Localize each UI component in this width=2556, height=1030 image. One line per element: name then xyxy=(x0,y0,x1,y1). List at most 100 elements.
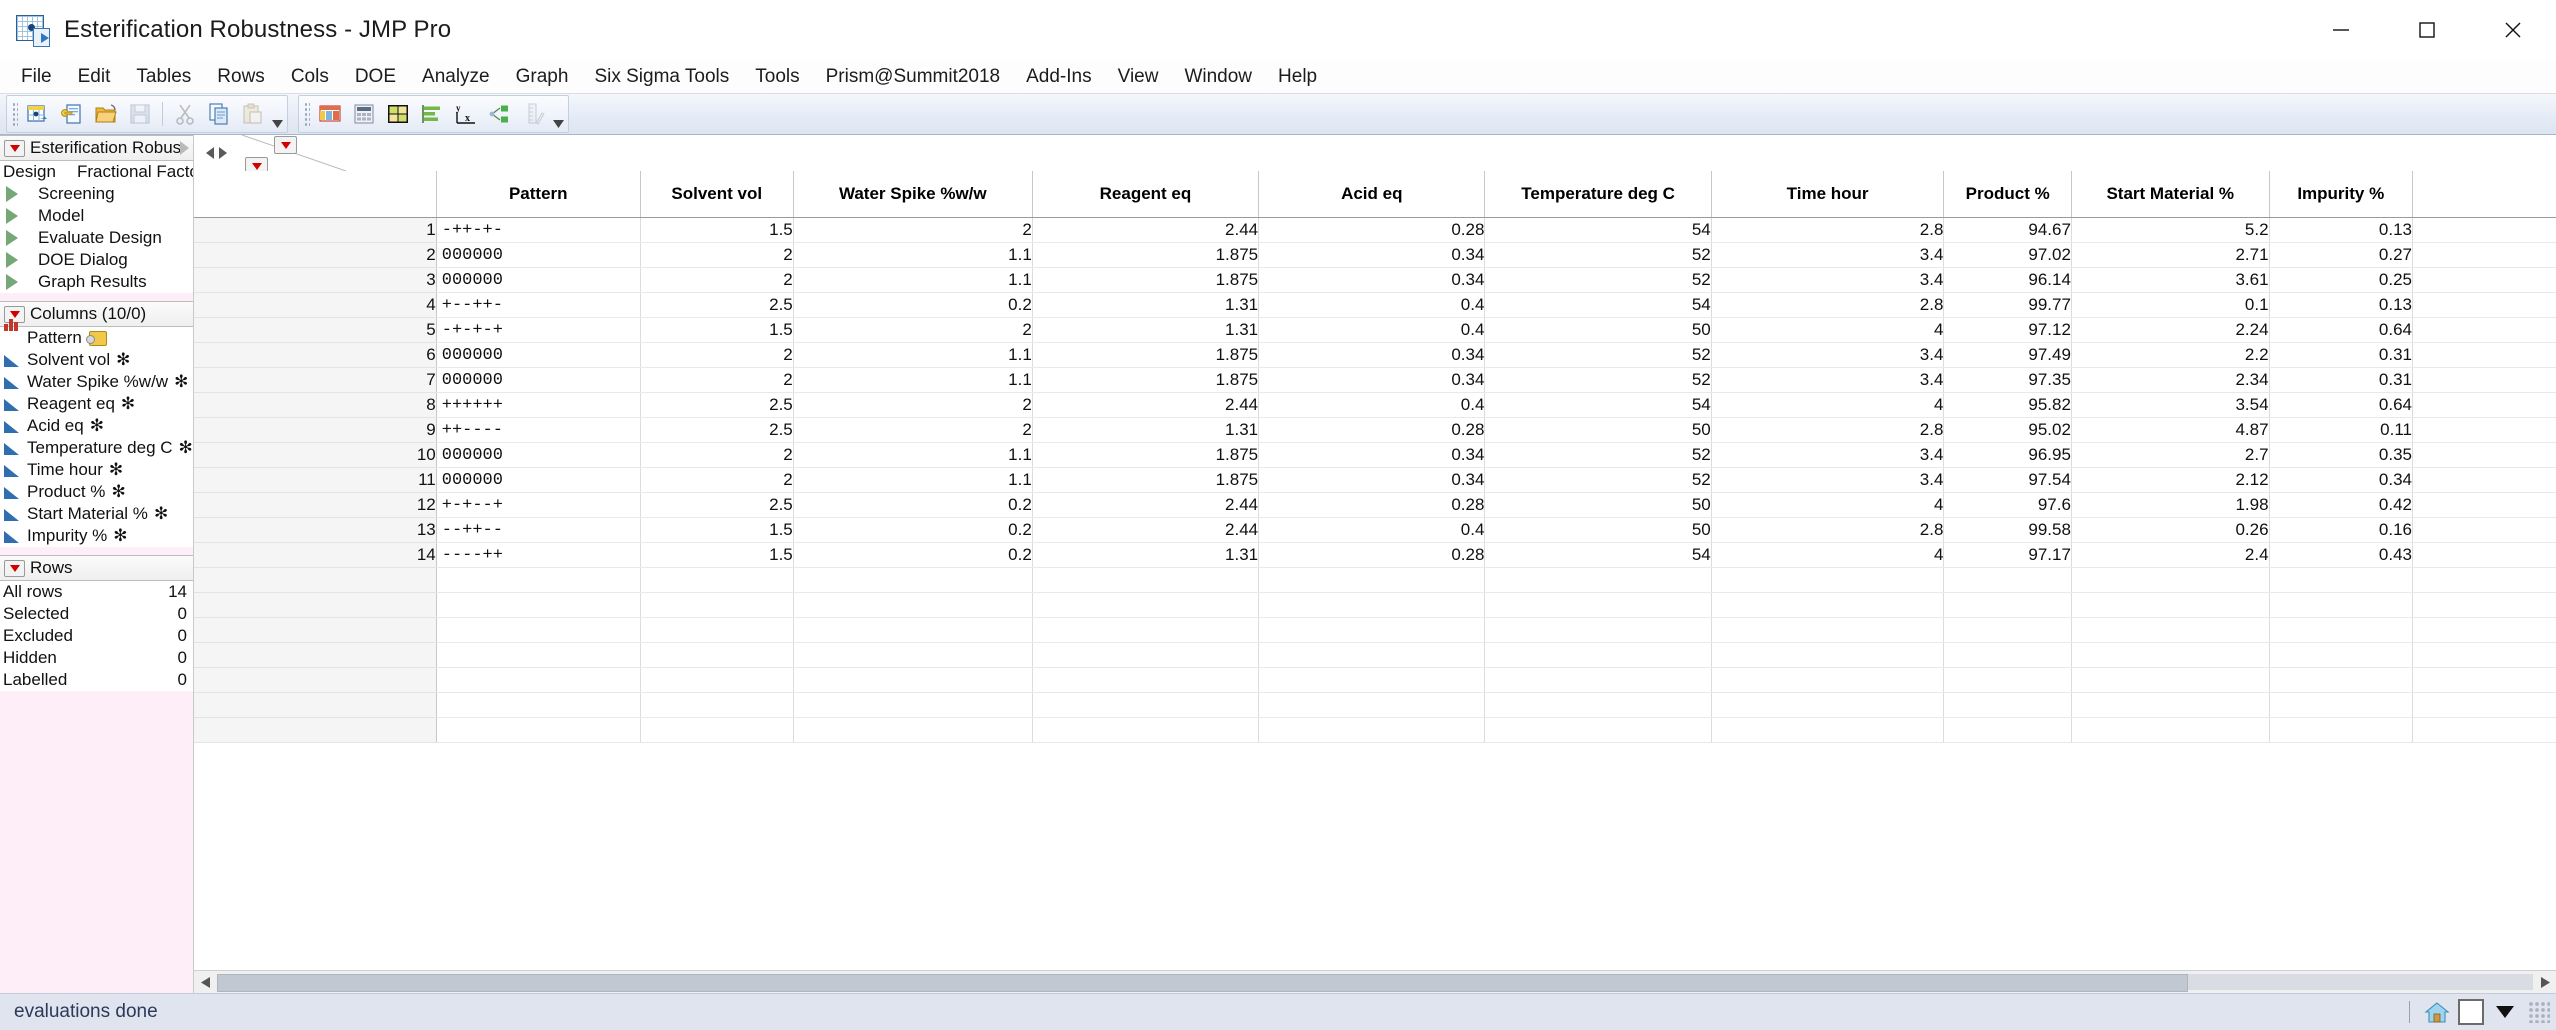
row-number[interactable]: 7 xyxy=(194,368,436,393)
row-number[interactable]: 12 xyxy=(194,493,436,518)
cell-impurity[interactable]: 0.43 xyxy=(2269,543,2412,568)
cell-time-hour[interactable]: 2.8 xyxy=(1711,518,1944,543)
cell-solvent-vol[interactable]: 2 xyxy=(640,343,793,368)
column-header-acid-eq[interactable]: Acid eq xyxy=(1259,171,1485,218)
cell-reagent-eq[interactable]: 1.875 xyxy=(1032,443,1258,468)
cell-acid-eq[interactable]: 0.28 xyxy=(1259,543,1485,568)
data-table-icon[interactable] xyxy=(315,99,345,129)
menu-rows[interactable]: Rows xyxy=(204,62,278,92)
cell-acid-eq[interactable]: 0.34 xyxy=(1259,243,1485,268)
cell-product[interactable]: 97.49 xyxy=(1944,343,2072,368)
green-run-triangle-icon[interactable] xyxy=(6,252,30,268)
cell-temperature-deg-c[interactable]: 50 xyxy=(1485,318,1711,343)
cell-time-hour[interactable]: 4 xyxy=(1711,493,1944,518)
table-row[interactable]: 9++----2.521.310.28502.895.024.870.11 xyxy=(194,418,2556,443)
script-item-model[interactable]: Model xyxy=(0,205,193,227)
row-number[interactable]: 10 xyxy=(194,443,436,468)
cell-pattern[interactable]: ++++++ xyxy=(436,393,640,418)
resize-grip-icon[interactable] xyxy=(2528,1001,2550,1023)
cell-start-material[interactable]: 0.1 xyxy=(2071,293,2269,318)
minimize-button[interactable] xyxy=(2298,0,2384,60)
cell-solvent-vol[interactable]: 2.5 xyxy=(640,493,793,518)
cell-reagent-eq[interactable]: 1.31 xyxy=(1032,318,1258,343)
cell-start-material[interactable]: 1.98 xyxy=(2071,493,2269,518)
cell-acid-eq[interactable]: 0.4 xyxy=(1259,318,1485,343)
cell-product[interactable]: 97.17 xyxy=(1944,543,2072,568)
cell-reagent-eq[interactable]: 1.875 xyxy=(1032,468,1258,493)
cut-icon[interactable] xyxy=(170,99,200,129)
row-number[interactable]: 1 xyxy=(194,218,436,243)
cell-start-material[interactable]: 0.26 xyxy=(2071,518,2269,543)
rows-stat-labelled[interactable]: Labelled 0 xyxy=(0,669,193,691)
chevron-right-icon[interactable] xyxy=(180,141,189,155)
menu-help[interactable]: Help xyxy=(1265,62,1330,92)
cell-start-material[interactable]: 2.34 xyxy=(2071,368,2269,393)
cell-impurity[interactable]: 0.34 xyxy=(2269,468,2412,493)
partition-icon[interactable] xyxy=(485,99,515,129)
row-number[interactable]: 4 xyxy=(194,293,436,318)
scrollbar-thumb[interactable] xyxy=(217,974,2188,992)
cell-acid-eq[interactable]: 0.34 xyxy=(1259,443,1485,468)
menu-edit[interactable]: Edit xyxy=(65,62,124,92)
scroll-right-icon[interactable] xyxy=(2534,972,2556,992)
cell-impurity[interactable]: 0.16 xyxy=(2269,518,2412,543)
column-item-acid-eq[interactable]: Acid eq ✻ xyxy=(0,415,193,437)
column-item-water-spike[interactable]: Water Spike %w/w ✻ xyxy=(0,371,193,393)
column-header-impurity-pct[interactable]: Impurity % xyxy=(2269,171,2412,218)
cell-pattern[interactable]: 000000 xyxy=(436,443,640,468)
cell-water-spike-w-w[interactable]: 2 xyxy=(793,218,1032,243)
script-item-graph-results[interactable]: Graph Results xyxy=(0,271,193,293)
maximize-button[interactable] xyxy=(2384,0,2470,60)
cell-solvent-vol[interactable]: 1.5 xyxy=(640,543,793,568)
cell-acid-eq[interactable]: 0.28 xyxy=(1259,493,1485,518)
cell-water-spike-w-w[interactable]: 1.1 xyxy=(793,268,1032,293)
cell-temperature-deg-c[interactable]: 50 xyxy=(1485,518,1711,543)
scrollbar-track[interactable] xyxy=(217,974,2533,990)
cell-acid-eq[interactable]: 0.28 xyxy=(1259,418,1485,443)
cell-reagent-eq[interactable]: 1.31 xyxy=(1032,293,1258,318)
cell-reagent-eq[interactable]: 1.31 xyxy=(1032,543,1258,568)
cell-impurity[interactable]: 0.42 xyxy=(2269,493,2412,518)
cell-solvent-vol[interactable]: 2 xyxy=(640,243,793,268)
row-number[interactable]: 14 xyxy=(194,543,436,568)
menu-tools[interactable]: Tools xyxy=(742,62,812,92)
green-run-triangle-icon[interactable] xyxy=(6,230,30,246)
tabulate-icon[interactable] xyxy=(349,99,379,129)
cell-impurity[interactable]: 0.13 xyxy=(2269,293,2412,318)
cell-pattern[interactable]: 000000 xyxy=(436,268,640,293)
row-number[interactable]: 9 xyxy=(194,418,436,443)
cell-water-spike-w-w[interactable]: 0.2 xyxy=(793,543,1032,568)
cell-reagent-eq[interactable]: 2.44 xyxy=(1032,393,1258,418)
menu-add-ins[interactable]: Add-Ins xyxy=(1013,62,1104,92)
horizontal-scrollbar[interactable] xyxy=(194,970,2556,993)
cell-pattern[interactable]: 000000 xyxy=(436,468,640,493)
script-item-doe-dialog[interactable]: DOE Dialog xyxy=(0,249,193,271)
bar-chart-icon[interactable] xyxy=(417,99,447,129)
row-number[interactable]: 3 xyxy=(194,268,436,293)
rows-stat-all-rows[interactable]: All rows 14 xyxy=(0,581,193,603)
cell-water-spike-w-w[interactable]: 1.1 xyxy=(793,243,1032,268)
cell-temperature-deg-c[interactable]: 52 xyxy=(1485,368,1711,393)
cell-reagent-eq[interactable]: 2.44 xyxy=(1032,493,1258,518)
column-item-start-material-pct[interactable]: Start Material % ✻ xyxy=(0,503,193,525)
cell-product[interactable]: 97.35 xyxy=(1944,368,2072,393)
cell-time-hour[interactable]: 3.4 xyxy=(1711,343,1944,368)
cell-impurity[interactable]: 0.11 xyxy=(2269,418,2412,443)
cell-pattern[interactable]: +-+--+ xyxy=(436,493,640,518)
columns-panel-header[interactable]: Columns (10/0) xyxy=(0,301,193,327)
cell-time-hour[interactable]: 4 xyxy=(1711,393,1944,418)
column-item-impurity-pct[interactable]: Impurity % ✻ xyxy=(0,525,193,547)
cell-pattern[interactable]: -++-+- xyxy=(436,218,640,243)
cell-pattern[interactable]: 000000 xyxy=(436,243,640,268)
column-item-reagent-eq[interactable]: Reagent eq ✻ xyxy=(0,393,193,415)
cell-water-spike-w-w[interactable]: 2 xyxy=(793,318,1032,343)
cell-solvent-vol[interactable]: 2.5 xyxy=(640,293,793,318)
cell-time-hour[interactable]: 4 xyxy=(1711,543,1944,568)
column-header-time-hour[interactable]: Time hour xyxy=(1711,171,1944,218)
fit-y-by-x-icon[interactable]: y x xyxy=(451,99,481,129)
cell-time-hour[interactable]: 3.4 xyxy=(1711,468,1944,493)
cell-solvent-vol[interactable]: 2 xyxy=(640,443,793,468)
window-square-icon[interactable] xyxy=(2454,997,2488,1027)
table-panel-header[interactable]: Esterification Robust... xyxy=(0,135,193,161)
cell-start-material[interactable]: 2.4 xyxy=(2071,543,2269,568)
